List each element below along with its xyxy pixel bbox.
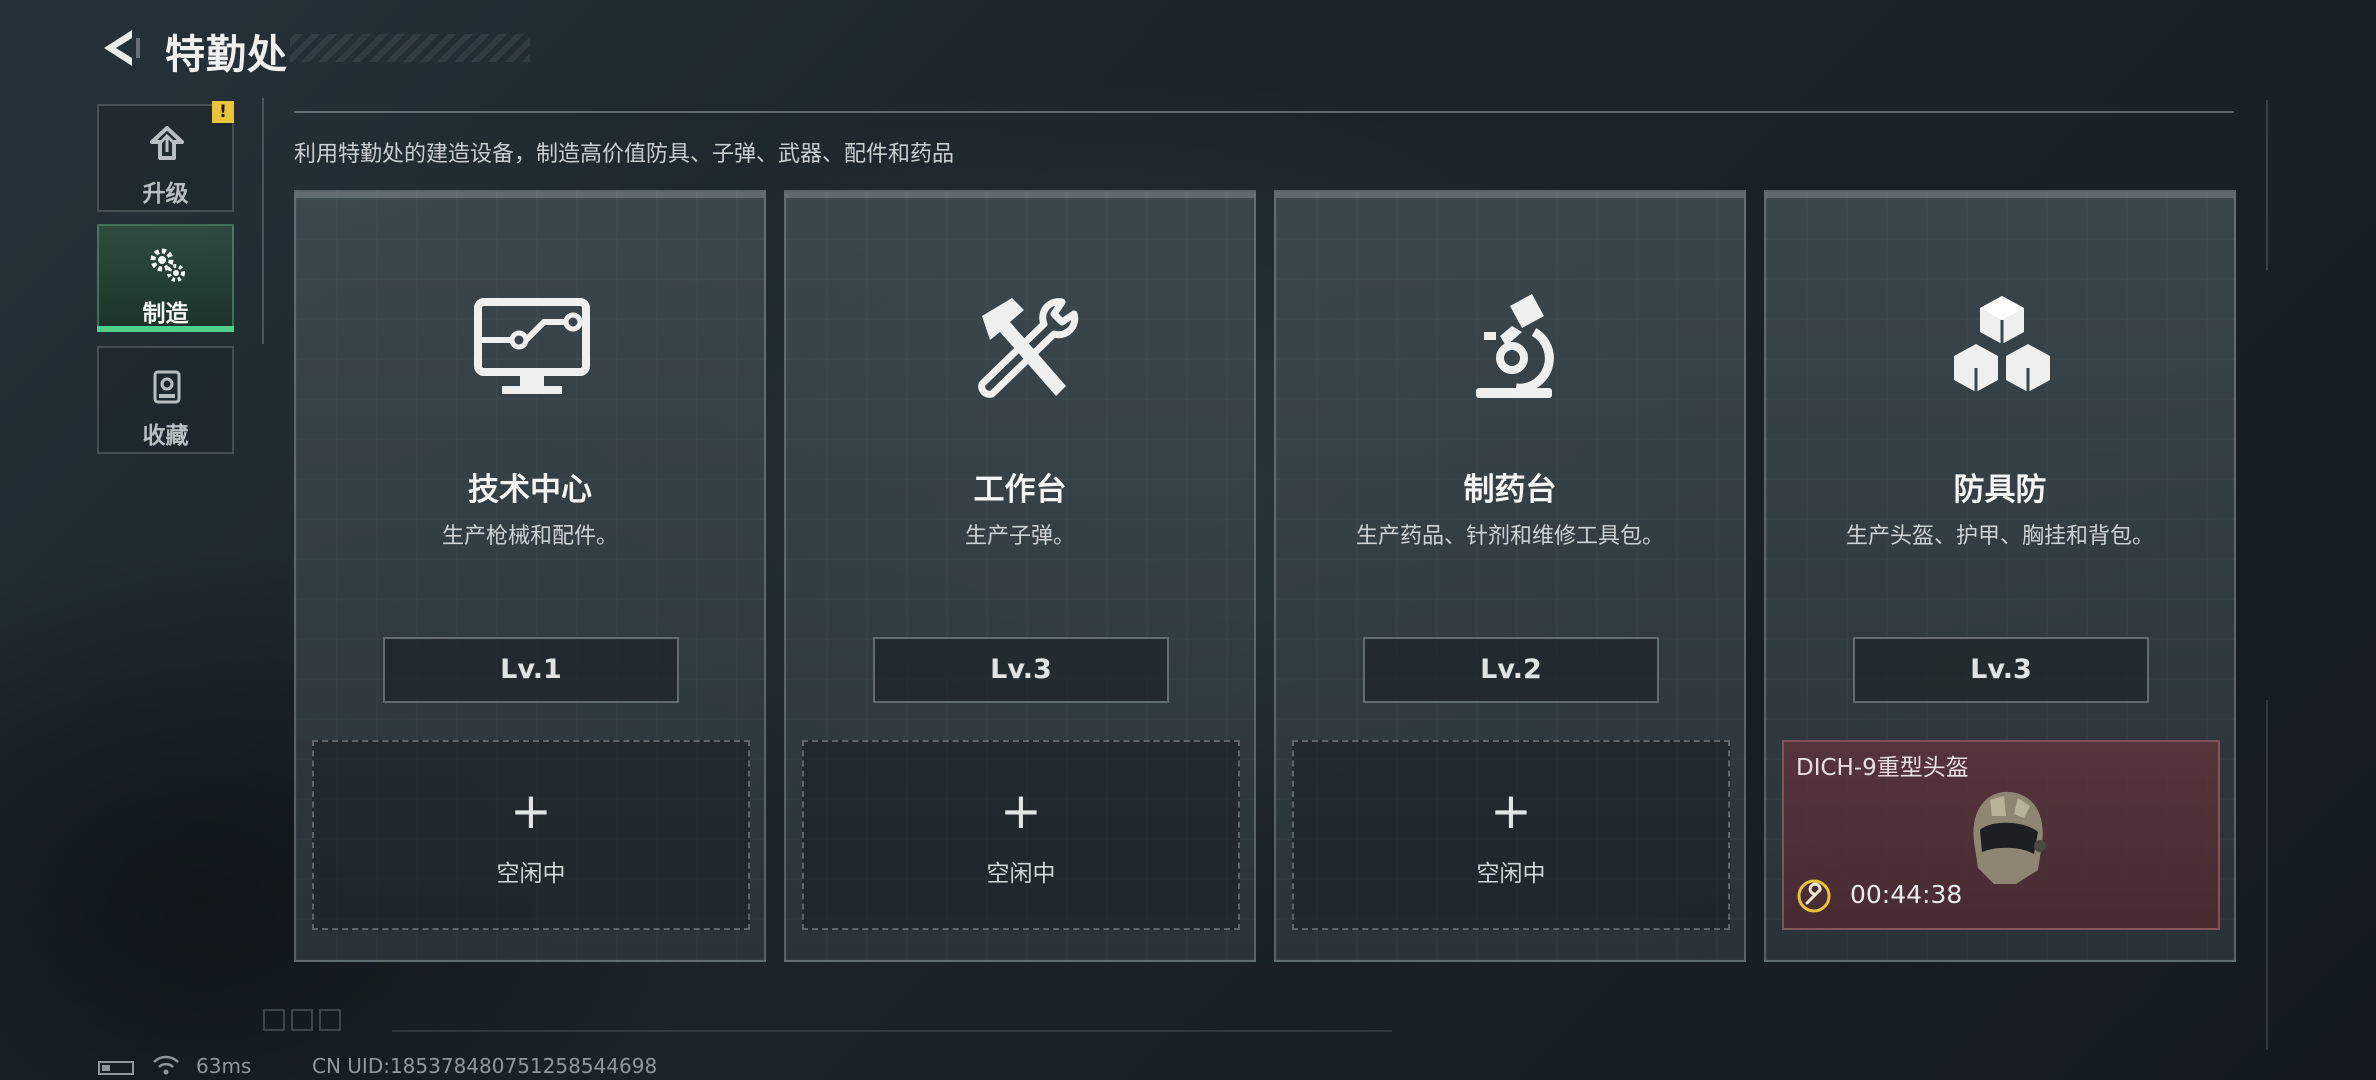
nav-item-craft[interactable]: 制造 [97, 224, 234, 332]
facility-card-armor[interactable]: 防具防 生产头盔、护甲、胸挂和背包。 Lv.3 DICH-9重型头盔 00:44… [1764, 190, 2236, 962]
back-arrow-icon[interactable] [96, 24, 144, 72]
facility-description: 生产子弹。 [964, 524, 1075, 549]
facility-card-tech-center[interactable]: 技术中心 生产枪械和配件。 Lv.1 + 空闲中 [294, 190, 766, 962]
right-edge-decoration [2266, 100, 2268, 1050]
microscope-icon [1476, 294, 1554, 398]
facility-card-workbench[interactable]: 工作台 生产子弹。 Lv.3 + 空闲中 [784, 190, 1256, 962]
card-top-edge [1276, 192, 1744, 198]
facility-name: 防具防 [1953, 472, 2047, 508]
slot-status: 空闲中 [986, 861, 1056, 887]
card-top-edge [296, 192, 764, 198]
ping-value: 63ms [196, 1054, 252, 1078]
wifi-icon [153, 1055, 179, 1075]
bottom-decoration [263, 1009, 1392, 1032]
slot-status: 空闲中 [1476, 861, 1546, 887]
facility-description: 生产枪械和配件。 [441, 524, 618, 549]
facility-name: 技术中心 [468, 472, 592, 508]
level-button[interactable]: Lv.3 [873, 637, 1169, 703]
timer-wrench-icon [1797, 879, 1831, 913]
card-top-edge [1766, 192, 2234, 198]
facility-card-pharmacy[interactable]: 制药台 生产药品、针剂和维修工具包。 Lv.2 + 空闲中 [1274, 190, 1746, 962]
helmet-icon [1973, 791, 2046, 884]
hammer-wrench-icon [978, 298, 1079, 398]
production-slot-active[interactable]: DICH-9重型头盔 00:44:38 [1782, 740, 2220, 930]
item-name: DICH-9重型头盔 [1796, 755, 1969, 781]
facility-description: 生产头盔、护甲、胸挂和背包。 [1845, 524, 2154, 549]
user-uid: CN UID:185378480751258544698 [312, 1054, 658, 1078]
monitor-circuit-icon [474, 298, 590, 394]
add-icon: + [1000, 782, 1042, 840]
collection-icon [153, 370, 181, 404]
nav-label-collection: 收藏 [142, 423, 189, 449]
production-slot-idle[interactable]: + 空闲中 [802, 740, 1240, 930]
cubes-icon [1954, 296, 2050, 392]
battery-level [102, 1065, 110, 1071]
facility-name: 制药台 [1463, 472, 1557, 508]
level-button[interactable]: Lv.3 [1853, 637, 2149, 703]
facility-description: 生产药品、针剂和维修工具包。 [1355, 524, 1664, 549]
slot-status: 空闲中 [496, 861, 566, 887]
level-button[interactable]: Lv.1 [383, 637, 679, 703]
section-description: 利用特勤处的建造设备，制造高价值防具、子弹、武器、配件和药品 [294, 142, 955, 167]
nav-label-upgrade: 升级 [142, 181, 189, 207]
nav-divider [262, 98, 264, 344]
card-top-edge [786, 192, 1254, 198]
gears-icon [150, 248, 185, 282]
nav-item-collection[interactable]: 收藏 [97, 346, 234, 454]
level-button[interactable]: Lv.2 [1363, 637, 1659, 703]
upgrade-icon [150, 126, 184, 160]
add-icon: + [1490, 782, 1532, 840]
title-decoration [290, 34, 530, 62]
production-slot-idle[interactable]: + 空闲中 [312, 740, 750, 930]
production-slot-idle[interactable]: + 空闲中 [1292, 740, 1730, 930]
nav-active-indicator [97, 326, 234, 332]
battery-icon [98, 1061, 134, 1075]
facility-name: 工作台 [973, 472, 1067, 508]
page-title: 特勤处 [165, 32, 288, 78]
add-icon: + [510, 782, 552, 840]
top-divider [294, 111, 2234, 113]
alert-badge: ! [212, 101, 234, 123]
nav-label-craft: 制造 [142, 301, 189, 327]
production-timer: 00:44:38 [1850, 880, 1963, 909]
